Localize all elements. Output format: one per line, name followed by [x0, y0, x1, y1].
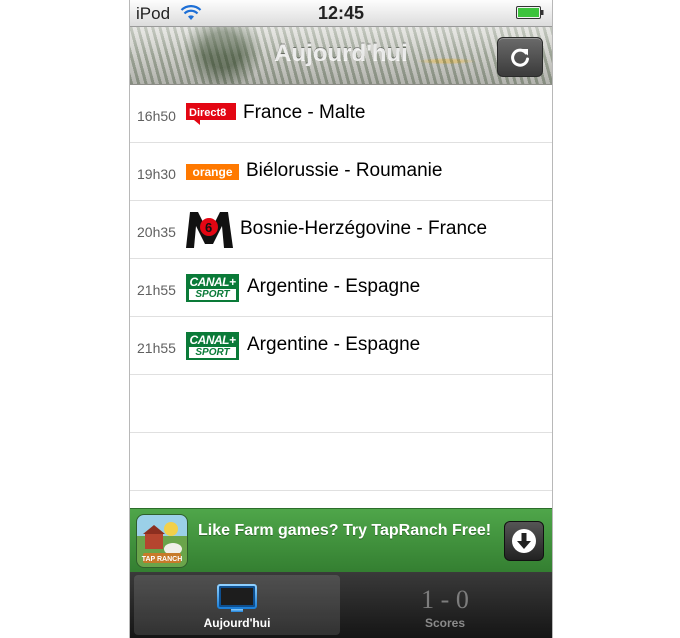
clock: 12:45	[317, 3, 365, 23]
empty-row	[130, 433, 552, 491]
tapranch-thumb-text: TAP RANCH	[142, 556, 183, 563]
ad-banner[interactable]: TAP RANCH Like Farm games? Try TapRanch …	[130, 508, 552, 572]
canal-plus-sport-logo: CANAL+ SPORT	[186, 331, 239, 360]
sport-logo-text: SPORT	[189, 288, 236, 300]
tab-bar: Aujourd'hui 1 - 0 Scores	[130, 572, 552, 638]
phone-screen: iPod 12:45 Aujourd'hui 16h50 Direct8 Fra…	[129, 0, 553, 638]
tapranch-thumb-art: TAP RANCH	[142, 522, 183, 563]
navigation-bar: Aujourd'hui	[130, 27, 552, 85]
match-teams: France - Malte	[243, 102, 366, 123]
tab-label: Scores	[424, 616, 466, 630]
m6-logo: 6	[186, 211, 233, 248]
orange-logo: orange	[186, 163, 239, 180]
tv-icon	[217, 584, 257, 612]
match-time: 21h55	[137, 282, 176, 298]
canal-plus-logo-text: CANAL+	[189, 274, 236, 289]
match-time: 19h30	[137, 166, 176, 182]
sport-logo-text: SPORT	[189, 346, 236, 358]
match-teams: Biélorussie - Roumanie	[246, 160, 443, 181]
download-button[interactable]	[504, 521, 544, 561]
empty-row	[130, 375, 552, 433]
list-item[interactable]: 20h35 6 Bosnie-Herzégovine - France	[130, 201, 552, 259]
list-item[interactable]: 16h50 Direct8 France - Malte	[130, 85, 552, 143]
refresh-icon	[511, 48, 529, 67]
canal-plus-sport-logo: CANAL+ SPORT	[186, 273, 239, 302]
match-list: 16h50 Direct8 France - Malte 19h30 orang…	[130, 85, 552, 491]
score-icon: 1 - 0	[421, 585, 469, 614]
canal-plus-logo-text: CANAL+	[189, 332, 236, 347]
tab-scores[interactable]: 1 - 0 Scores	[342, 575, 548, 635]
match-teams: Argentine - Espagne	[247, 276, 421, 297]
direct8-logo-text: Direct8	[189, 107, 226, 119]
match-time: 21h55	[137, 340, 176, 356]
list-item[interactable]: 19h30 orange Biélorussie - Roumanie	[130, 143, 552, 201]
match-teams: Argentine - Espagne	[247, 334, 421, 355]
status-bar: iPod 12:45	[130, 0, 552, 27]
match-teams: Bosnie-Herzégovine - France	[240, 218, 488, 239]
refresh-button[interactable]	[497, 37, 543, 77]
tab-aujourdhui[interactable]: Aujourd'hui	[134, 575, 340, 635]
match-time: 16h50	[137, 108, 176, 124]
tab-label: Aujourd'hui	[203, 616, 271, 630]
ad-text: Like Farm games? Try TapRanch Free!	[198, 522, 492, 539]
match-time: 20h35	[137, 224, 176, 240]
tapranch-app-icon: TAP RANCH	[136, 514, 188, 568]
download-icon	[512, 529, 536, 553]
list-item[interactable]: 21h55 CANAL+ SPORT Argentine - Espagne	[130, 317, 552, 375]
m6-logo-text: 6	[205, 220, 212, 235]
list-item[interactable]: 21h55 CANAL+ SPORT Argentine - Espagne	[130, 259, 552, 317]
page-title: Aujourd'hui	[274, 40, 408, 67]
direct8-logo: Direct8	[186, 102, 236, 125]
battery-icon	[516, 6, 544, 19]
